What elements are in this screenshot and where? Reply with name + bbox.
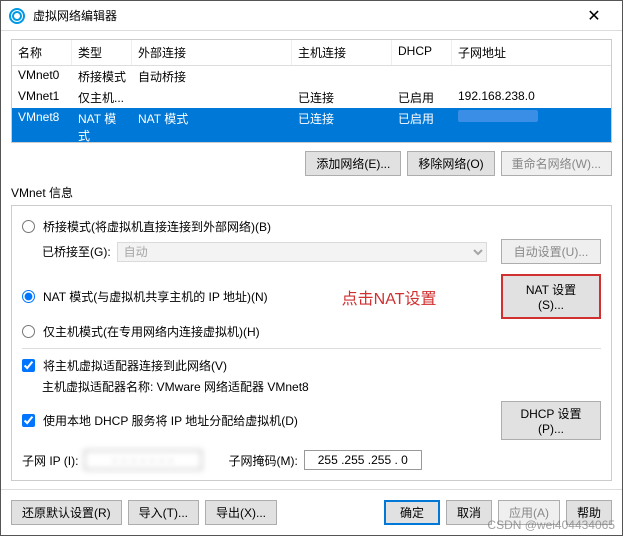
check-connect-host-row[interactable]: 将主机虚拟适配器连接到此网络(V) [22,357,601,374]
import-button[interactable]: 导入(T)... [128,500,199,525]
remove-network-button[interactable]: 移除网络(O) [407,151,494,176]
table-body: VMnet0 桥接模式 自动桥接 VMnet1 仅主机... 已连接 已启用 1… [12,66,611,143]
col-host[interactable]: 主机连接 [292,40,392,65]
radio-hostonly-label: 仅主机模式(在专用网络内连接虚拟机)(H) [43,323,260,340]
cell [132,88,292,107]
nat-settings-button[interactable]: NAT 设置(S)... [501,274,601,319]
check-use-dhcp-label: 使用本地 DHCP 服务将 IP 地址分配给虚拟机(D) [43,412,298,429]
bridge-to-label: 已桥接至(G): [42,243,111,260]
col-name[interactable]: 名称 [12,40,72,65]
app-icon [9,8,25,24]
cell: VMnet1 [12,88,72,107]
radio-hostonly-row[interactable]: 仅主机模式(在专用网络内连接虚拟机)(H) [22,323,601,340]
cell: 自动桥接 [132,67,292,86]
watermark: CSDN @wei404434065 [487,518,615,532]
check-connect-host[interactable] [22,359,35,372]
col-type[interactable]: 类型 [72,40,132,65]
cell: 仅主机... [72,88,132,107]
table-row[interactable]: VMnet1 仅主机... 已连接 已启用 192.168.238.0 [12,87,611,108]
radio-bridge-row[interactable]: 桥接模式(将虚拟机直接连接到外部网络)(B) [22,218,601,235]
table-header: 名称 类型 外部连接 主机连接 DHCP 子网地址 [12,40,611,66]
annotation-text: 点击NAT设置 [342,285,437,309]
dhcp-settings-button[interactable]: DHCP 设置(P)... [501,401,601,440]
cell [292,67,392,86]
col-ext[interactable]: 外部连接 [132,40,292,65]
check-use-dhcp-row[interactable]: 使用本地 DHCP 服务将 IP 地址分配给虚拟机(D) DHCP 设置(P).… [22,401,601,440]
col-subnet[interactable]: 子网地址 [452,40,611,65]
titlebar: 虚拟网络编辑器 ✕ [1,1,622,31]
table-row-selected[interactable]: VMnet8 NAT 模式 NAT 模式 已连接 已启用 [12,108,611,143]
radio-bridge[interactable] [22,220,35,233]
content-area: 名称 类型 外部连接 主机连接 DHCP 子网地址 VMnet0 桥接模式 自动… [1,31,622,489]
cancel-button[interactable]: 取消 [446,500,492,525]
cell: 已连接 [292,109,392,143]
check-connect-host-label: 将主机虚拟适配器连接到此网络(V) [43,357,227,374]
subnet-ip-label: 子网 IP (I): [22,452,78,469]
radio-nat-label: NAT 模式(与虚拟机共享主机的 IP 地址)(N) [43,288,268,305]
cell: VMnet0 [12,67,72,86]
cell: NAT 模式 [132,109,292,143]
radio-hostonly[interactable] [22,325,35,338]
subnet-row: 子网 IP (I): · · · · · · · 子网掩码(M): 255 .2… [22,450,601,470]
vmnet-info-label: VMnet 信息 [11,184,612,201]
radio-bridge-label: 桥接模式(将虚拟机直接连接到外部网络)(B) [43,218,271,235]
cell [452,67,611,86]
vnet-editor-window: 虚拟网络编辑器 ✕ 名称 类型 外部连接 主机连接 DHCP 子网地址 VMne… [0,0,623,536]
cell: 已连接 [292,88,392,107]
vmnet-info-panel: 桥接模式(将虚拟机直接连接到外部网络)(B) 已桥接至(G): 自动 自动设置(… [11,205,612,481]
table-row[interactable]: VMnet0 桥接模式 自动桥接 [12,66,611,87]
auto-settings-button: 自动设置(U)... [501,239,601,264]
radio-nat[interactable] [22,290,35,303]
cell: 桥接模式 [72,67,132,86]
subnet-mask-label: 子网掩码(M): [228,452,297,469]
adapter-name-label: 主机虚拟适配器名称: VMware 网络适配器 VMnet8 [42,378,601,395]
radio-nat-row[interactable]: NAT 模式(与虚拟机共享主机的 IP 地址)(N) 点击NAT设置 NAT 设… [22,274,601,319]
col-dhcp[interactable]: DHCP [392,40,452,65]
cell: NAT 模式 [72,109,132,143]
restore-defaults-button[interactable]: 还原默认设置(R) [11,500,122,525]
cell: 已启用 [392,109,452,143]
export-button[interactable]: 导出(X)... [205,500,277,525]
subnet-mask-input[interactable]: 255 .255 .255 . 0 [304,450,422,470]
subnet-ip-input[interactable]: · · · · · · · [84,450,202,470]
rename-network-button: 重命名网络(W)... [501,151,612,176]
table-buttons: 添加网络(E)... 移除网络(O) 重命名网络(W)... [11,151,612,176]
close-icon[interactable]: ✕ [574,6,614,26]
bridge-to-select: 自动 [117,242,487,262]
check-use-dhcp[interactable] [22,414,35,427]
cell: VMnet8 [12,109,72,143]
window-title: 虚拟网络编辑器 [33,7,574,24]
network-table: 名称 类型 外部连接 主机连接 DHCP 子网地址 VMnet0 桥接模式 自动… [11,39,612,143]
add-network-button[interactable]: 添加网络(E)... [305,151,401,176]
cell: 192.168.238.0 [452,88,611,107]
cell [392,67,452,86]
cell-subnet-blur [452,109,611,143]
ok-button[interactable]: 确定 [384,500,440,525]
cell: 已启用 [392,88,452,107]
bridge-to-row: 已桥接至(G): 自动 自动设置(U)... [42,239,601,264]
